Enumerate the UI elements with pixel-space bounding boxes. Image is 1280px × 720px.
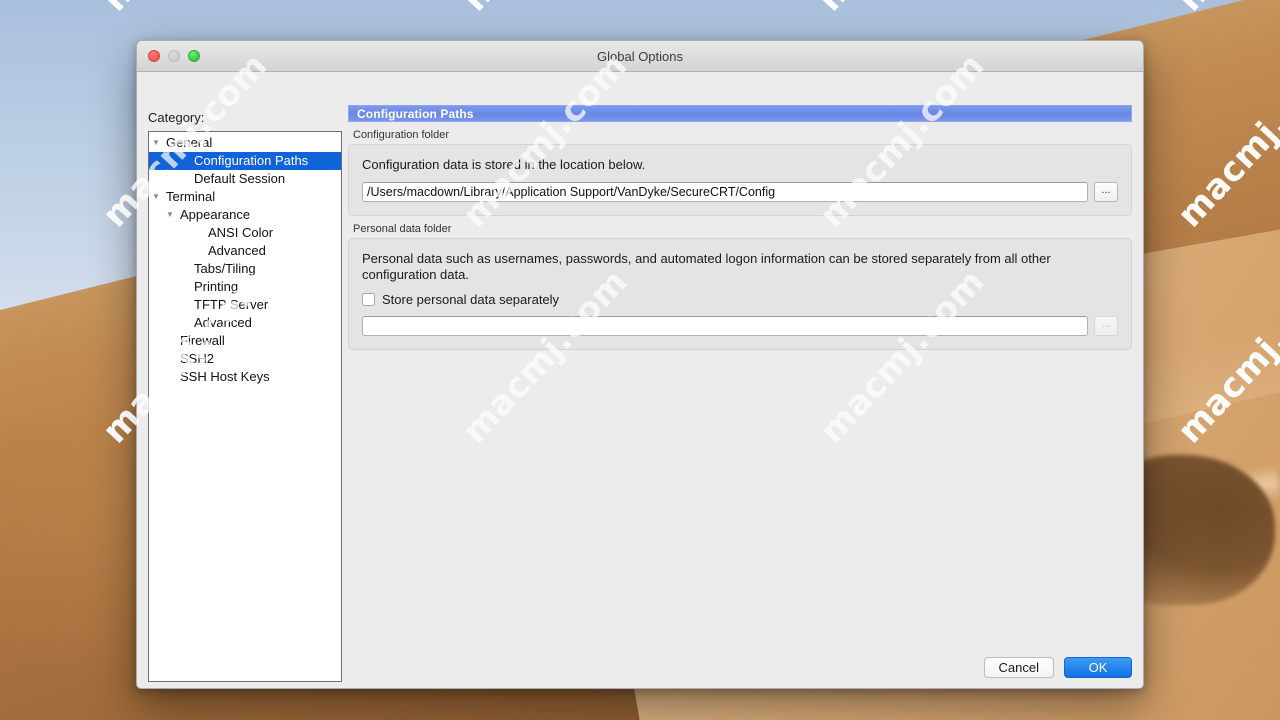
personal-data-path-input[interactable] (362, 316, 1088, 336)
sidebar-item-label: Advanced (194, 315, 252, 330)
sidebar-item-general[interactable]: ▼ General (149, 134, 341, 152)
sidebar-item-ssh2[interactable]: ▼SSH2 (149, 350, 341, 368)
close-button[interactable] (148, 50, 160, 62)
config-folder-description: Configuration data is stored in the loca… (362, 157, 646, 172)
config-folder-field-row: /Users/macdown/Library/Application Suppo… (362, 182, 1118, 202)
ok-button[interactable]: OK (1064, 657, 1132, 678)
category-label: Category: (148, 110, 205, 125)
window-title: Global Options (597, 48, 683, 64)
sidebar-item-ssh-host-keys[interactable]: ▼SSH Host Keys (149, 368, 341, 386)
personal-data-field-row: ... (362, 316, 1118, 336)
watermark-text: macmj.com (810, 0, 991, 19)
zoom-button[interactable] (188, 50, 200, 62)
window-body: Category: ▼General▼Configuration Paths▼D… (137, 72, 1143, 688)
config-folder-group-label: Configuration folder (353, 129, 450, 141)
sidebar-item-label: Firewall (180, 333, 225, 348)
sidebar-item-configuration-paths[interactable]: ▼Configuration Paths (149, 152, 341, 170)
sidebar-item-label: Advanced (208, 243, 266, 258)
sidebar-item-advanced[interactable]: ▼Advanced (149, 314, 341, 332)
sidebar-item-default-session[interactable]: ▼Default Session (149, 170, 341, 188)
store-personal-data-label: Store personal data separately (382, 292, 560, 307)
watermark-text: macmj.com (810, 0, 991, 19)
cancel-button[interactable]: Cancel (983, 657, 1054, 678)
chevron-down-icon[interactable]: ▼ (149, 188, 163, 206)
sidebar-item-terminal[interactable]: ▼ Terminal (149, 188, 341, 206)
config-folder-path-input[interactable]: /Users/macdown/Library/Application Suppo… (362, 182, 1088, 202)
personal-data-description: Personal data such as usernames, passwor… (362, 251, 1051, 282)
chevron-down-icon[interactable]: ▼ (163, 206, 177, 224)
sidebar-item-label: TFTP Server (194, 297, 269, 312)
watermark-text: macmj.com (95, 0, 276, 19)
store-personal-data-row[interactable]: Store personal data separately (362, 292, 1118, 307)
watermark-text: macmj.com (95, 0, 276, 19)
dialog-footer: Cancel OK (983, 657, 1132, 678)
sidebar-item-label: Printing (194, 279, 239, 294)
global-options-window: Global Options Category: ▼General▼Config… (136, 40, 1144, 689)
sidebar-item-label: Default Session (194, 171, 286, 186)
sidebar-item-label: SSH Host Keys (180, 369, 270, 384)
window-titlebar[interactable]: Global Options (137, 41, 1143, 72)
watermark-text: macmj.com (455, 0, 636, 19)
personal-data-group: Personal data such as usernames, passwor… (348, 238, 1132, 350)
desktop: macmj.commacmj.commacmj.commacmj.commacm… (0, 0, 1280, 720)
sidebar-item-label: Appearance (180, 207, 251, 222)
sidebar-item-label: SSH2 (180, 351, 214, 366)
watermark-text: macmj.com (455, 0, 636, 19)
sidebar-item-tftp-server[interactable]: ▼TFTP Server (149, 296, 341, 314)
sidebar-item-tabs-tiling[interactable]: ▼Tabs/Tiling (149, 260, 341, 278)
sidebar-item-label: Terminal (166, 189, 216, 204)
sidebar-item-printing[interactable]: ▼Printing (149, 278, 341, 296)
sidebar-item-appearance[interactable]: ▼ Appearance (149, 206, 341, 224)
chevron-down-icon[interactable]: ▼ (149, 134, 163, 152)
sidebar-item-firewall[interactable]: ▼Firewall (149, 332, 341, 350)
window-controls (148, 50, 200, 62)
sidebar-item-label: General (166, 135, 213, 150)
sidebar-item-ansi-color[interactable]: ▼ANSI Color (149, 224, 341, 242)
personal-data-browse-button[interactable]: ... (1094, 316, 1118, 336)
personal-data-group-label: Personal data folder (353, 223, 452, 235)
sidebar-item-label: ANSI Color (208, 225, 274, 240)
config-folder-browse-button[interactable]: ... (1094, 182, 1118, 202)
minimize-button[interactable] (168, 50, 180, 62)
sidebar-item-label: Configuration Paths (194, 153, 309, 168)
config-folder-group: Configuration data is stored in the loca… (348, 144, 1132, 216)
sidebar-item-advanced[interactable]: ▼Advanced (149, 242, 341, 260)
detail-pane: Configuration Paths Configuration folder… (348, 105, 1132, 638)
category-tree[interactable]: ▼General▼Configuration Paths▼Default Ses… (148, 131, 342, 682)
pane-header-title: Configuration Paths (348, 105, 1132, 122)
store-personal-data-checkbox[interactable] (362, 293, 375, 306)
sidebar-item-label: Tabs/Tiling (194, 261, 256, 276)
